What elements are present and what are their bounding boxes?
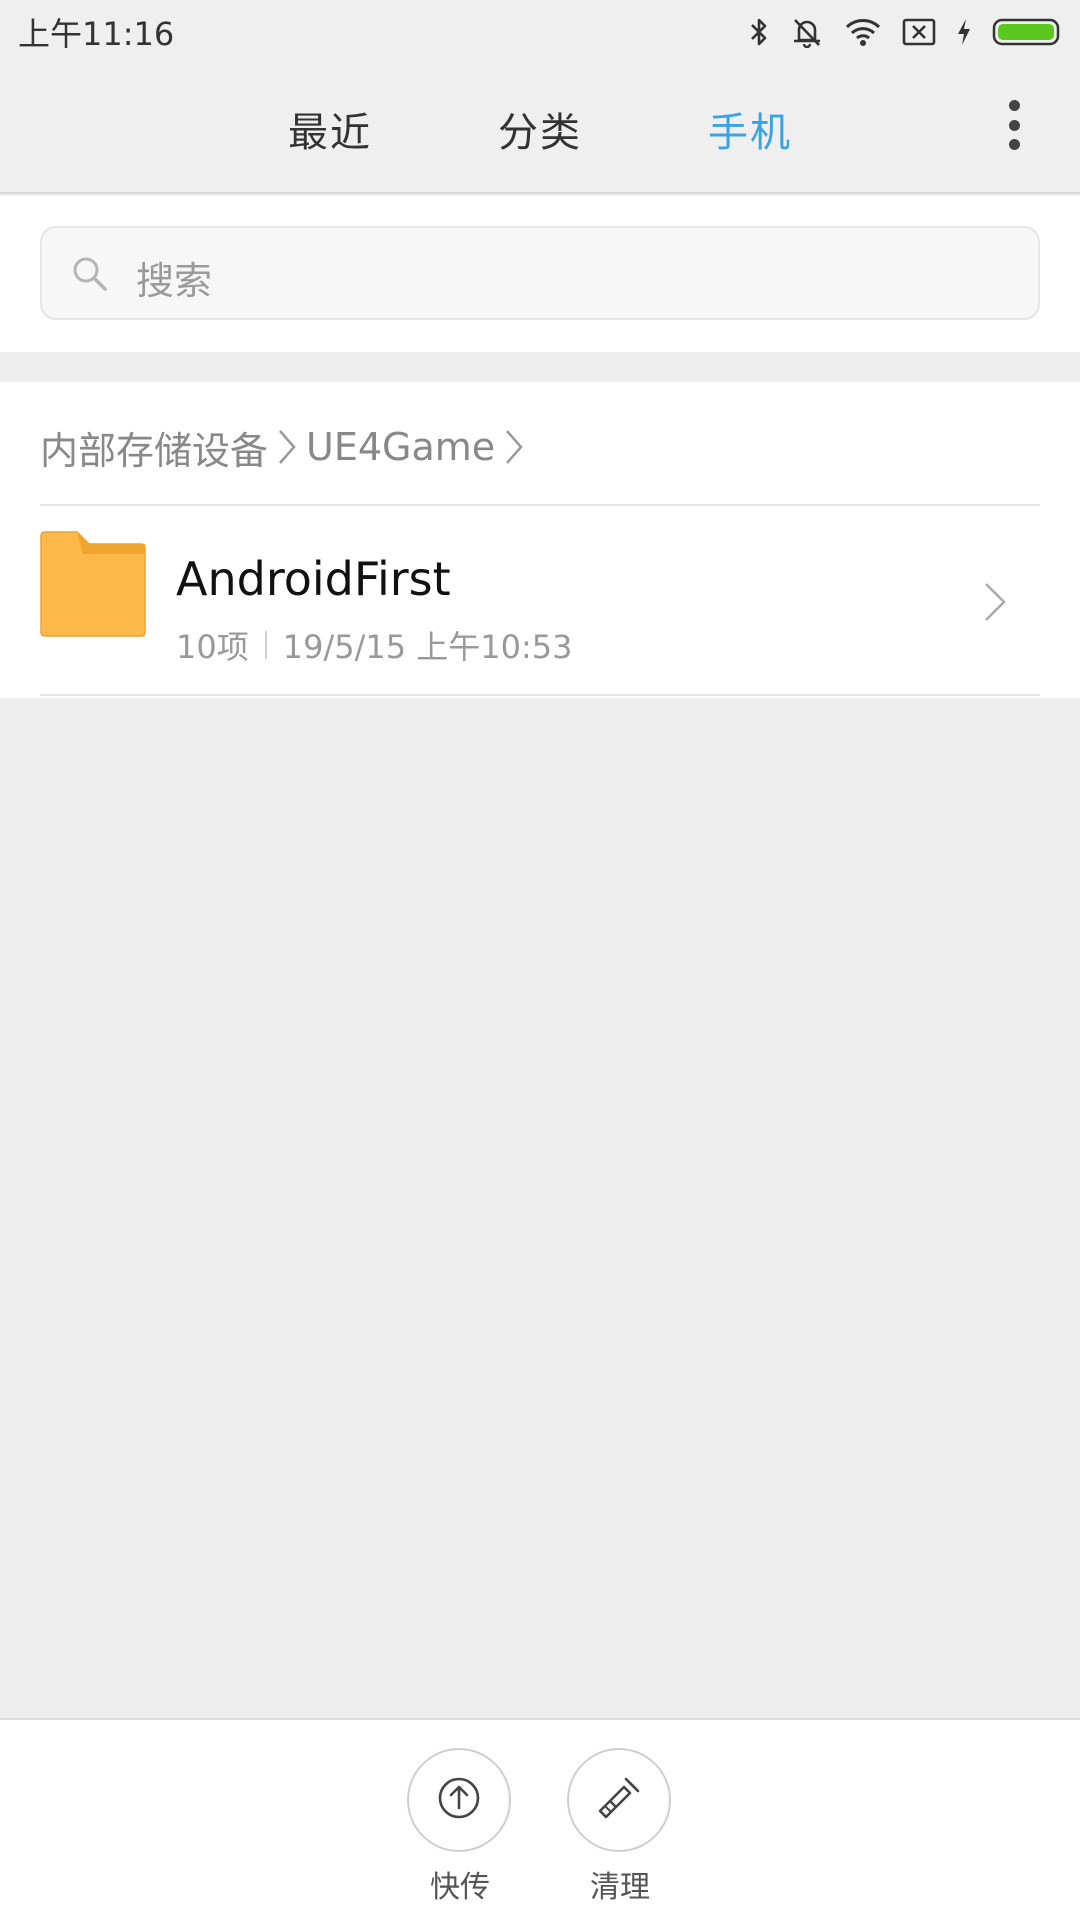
meta-separator [264,631,267,659]
chevron-right-icon [982,580,1008,628]
breadcrumb-item-internal-storage[interactable]: 内部存储设备 [40,420,268,475]
status-time: 上午11:16 [18,15,175,53]
chevron-right-icon [503,427,525,467]
search-placeholder: 搜索 [136,259,213,303]
folder-icon [39,530,147,642]
list-item[interactable]: AndroidFirst 10项 19/5/15 上午10:53 [0,506,1080,696]
battery-icon [992,17,1062,47]
quick-transfer-label: 快传 [430,1870,490,1905]
breadcrumb-item-ue4game[interactable]: UE4Game [306,425,495,469]
action-circle [567,1748,671,1852]
bluetooth-icon [748,16,770,48]
tab-header: 最近 分类 手机 [0,64,1080,194]
file-browser: 内部存储设备 UE4Game AndroidFirst 10项 19/5/15 … [0,382,1080,698]
quick-transfer-button[interactable]: 快传 [407,1748,513,1906]
clean-label: 清理 [590,1870,650,1905]
file-meta: 10项 19/5/15 上午10:53 [176,622,573,668]
tab-category[interactable]: 分类 [498,100,582,158]
tab-phone[interactable]: 手机 [708,100,792,158]
mute-bell-icon [790,16,824,48]
status-bar: 上午11:16 [0,0,1080,64]
search-icon [70,254,110,298]
action-circle [407,1748,511,1852]
bottom-action-bar: 快传 清理 [0,1718,1080,1920]
divider [40,694,1040,696]
more-options-button[interactable] [1006,100,1022,150]
file-modified-date: 19/5/15 上午10:53 [282,628,573,666]
charging-icon [956,17,972,47]
search-section: 搜索 [0,196,1080,352]
status-icons [748,16,1062,48]
breadcrumb: 内部存储设备 UE4Game [40,420,525,475]
search-input[interactable]: 搜索 [40,226,1040,320]
more-dot [1008,139,1020,150]
broom-icon [596,1775,642,1825]
tab-recent[interactable]: 最近 [288,100,372,158]
upload-circle-icon [436,1775,482,1825]
no-sim-icon [902,17,936,47]
more-dot [1008,100,1020,111]
file-name: AndroidFirst [176,552,451,606]
more-dot [1008,119,1020,131]
wifi-icon [844,17,882,47]
clean-button[interactable]: 清理 [567,1748,673,1906]
file-item-count: 10项 [176,628,249,666]
chevron-right-icon [276,427,298,467]
